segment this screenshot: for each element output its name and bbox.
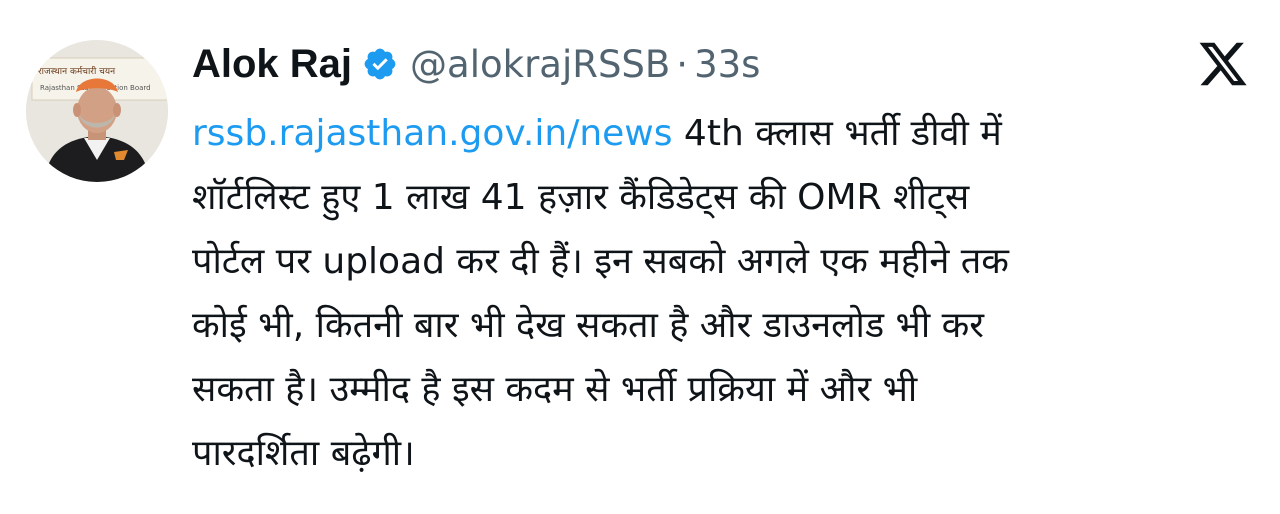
tweet-header: Alok Raj @alokrajRSSB · 33s [192,38,760,90]
avatar-photo: राजस्थान कर्मचारी चयन Rajasthan Staff Se… [26,40,168,182]
avatar-banner-hindi: राजस्थान कर्मचारी चयन [38,65,116,77]
tweet-line-6: पारदर्शिता बढ़ेगी। [192,433,415,474]
x-logo-icon[interactable] [1196,40,1250,88]
avatar[interactable]: राजस्थान कर्मचारी चयन Rajasthan Staff Se… [26,40,168,182]
tweet-line-4: कोई भी, कितनी बार भी देख सकता है और डाउन… [192,305,984,346]
author-handle[interactable]: @alokrajRSSB [410,43,670,86]
tweet-line-1: rssb.rajasthan.gov.in/news 4th क्लास भर्… [192,102,1232,166]
tweet-card: राजस्थान कर्मचारी चयन Rajasthan Staff Se… [0,0,1280,514]
tweet-line-2: शॉर्टलिस्ट हुए 1 लाख 41 हज़ार कैंडिडेट्स… [192,177,970,218]
author-name[interactable]: Alok Raj [192,42,352,87]
verified-badge-icon [362,46,398,82]
tweet-line-5: सकता है। उम्मीद है इस कदम से भर्ती प्रक्… [192,369,918,410]
news-link[interactable]: rssb.rajasthan.gov.in/news [192,113,672,154]
timestamp[interactable]: 33s [694,43,760,86]
separator-dot: · [676,42,689,86]
tweet-text: rssb.rajasthan.gov.in/news 4th क्लास भर्… [192,102,1232,486]
tweet-line-1-text: 4th क्लास भर्ती डीवी में [672,113,1002,154]
tweet-line-3: पोर्टल पर upload कर दी हैं। इन सबको अगले… [192,241,1009,282]
